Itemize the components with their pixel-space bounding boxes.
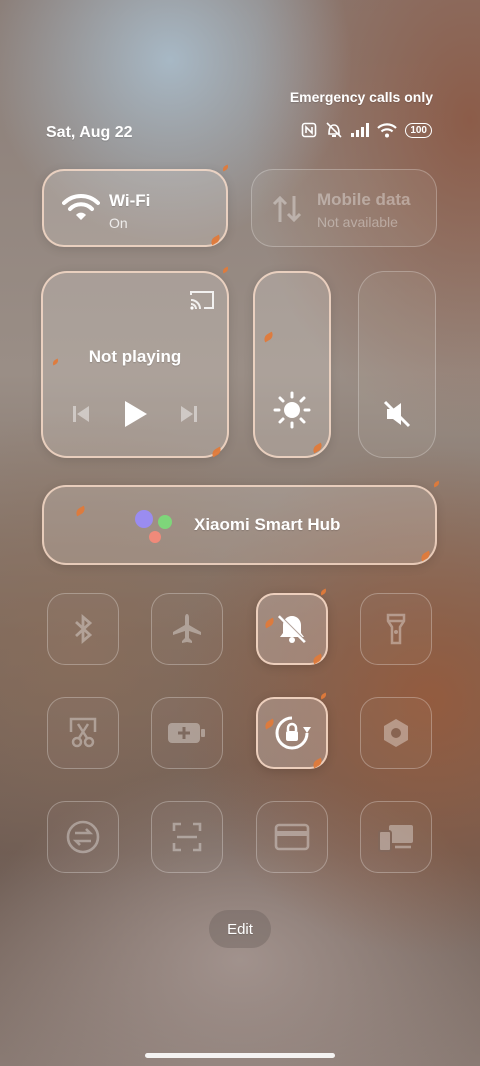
- mobile-data-status: Not available: [317, 214, 398, 230]
- vibrate-off-icon: [326, 122, 342, 138]
- media-player-tile[interactable]: Not playing: [41, 271, 229, 458]
- status-icons: 100: [301, 122, 432, 138]
- edit-button[interactable]: Edit: [209, 910, 271, 948]
- scanner-toggle[interactable]: [151, 801, 223, 873]
- battery-icon: 100: [405, 122, 432, 138]
- media-status: Not playing: [88, 347, 182, 366]
- data-transfer-icon: [270, 192, 304, 231]
- gear-icon: [384, 719, 408, 747]
- bell-off-icon: [277, 614, 307, 644]
- date-label: Sat, Aug 22: [46, 124, 133, 141]
- settings-toggle[interactable]: [360, 697, 432, 769]
- leaf-decoration: [319, 692, 328, 700]
- wifi-status: On: [109, 215, 128, 231]
- volume-slider[interactable]: [358, 271, 436, 458]
- card-toggle[interactable]: [256, 801, 328, 873]
- flashlight-toggle[interactable]: [360, 593, 432, 665]
- brightness-slider[interactable]: [253, 271, 331, 458]
- sync-toggle[interactable]: [47, 801, 119, 873]
- home-indicator[interactable]: [145, 1053, 335, 1058]
- scan-icon: [172, 822, 202, 852]
- scissors-icon: [69, 717, 97, 748]
- screenshot-toggle[interactable]: [47, 697, 119, 769]
- wifi-title: Wi-Fi: [109, 191, 151, 210]
- nfc-icon: [302, 122, 317, 138]
- rotation-lock-icon: [275, 716, 311, 750]
- carrier-status: Emergency calls only: [289, 89, 433, 105]
- airplane-mode-toggle[interactable]: [151, 593, 223, 665]
- card-icon: [274, 823, 310, 851]
- leaf-decoration: [221, 164, 230, 172]
- wifi-icon: [62, 193, 100, 226]
- next-icon[interactable]: [178, 403, 200, 430]
- bluetooth-icon: [75, 613, 93, 645]
- cast-icon[interactable]: [189, 289, 215, 316]
- play-icon[interactable]: [121, 399, 149, 434]
- airplane-icon: [173, 614, 201, 643]
- wifi-tile[interactable]: Wi-Fi On: [42, 169, 228, 247]
- leaf-decoration: [221, 266, 230, 274]
- devices-icon: [378, 825, 413, 852]
- battery-plus-icon: [168, 723, 205, 743]
- volume-muted-icon: [381, 398, 413, 435]
- previous-icon[interactable]: [70, 403, 92, 430]
- mobile-data-tile[interactable]: Mobile data Not available: [251, 169, 437, 247]
- smart-hub-label: Xiaomi Smart Hub: [194, 515, 341, 534]
- brightness-icon: [273, 391, 311, 434]
- wifi-icon: [377, 122, 398, 137]
- smart-hub-tile[interactable]: Xiaomi Smart Hub: [42, 485, 437, 565]
- leaf-decoration: [319, 588, 328, 596]
- media-controls: [43, 399, 227, 434]
- flashlight-icon: [386, 613, 406, 645]
- sync-icon: [66, 820, 100, 854]
- smart-hub-icon: [135, 510, 172, 543]
- cast-screen-toggle[interactable]: [360, 801, 432, 873]
- bluetooth-toggle[interactable]: [47, 593, 119, 665]
- leaf-decoration: [432, 480, 441, 488]
- mobile-data-title: Mobile data: [317, 190, 411, 209]
- battery-saver-toggle[interactable]: [151, 697, 223, 769]
- signal-icon: [351, 123, 370, 137]
